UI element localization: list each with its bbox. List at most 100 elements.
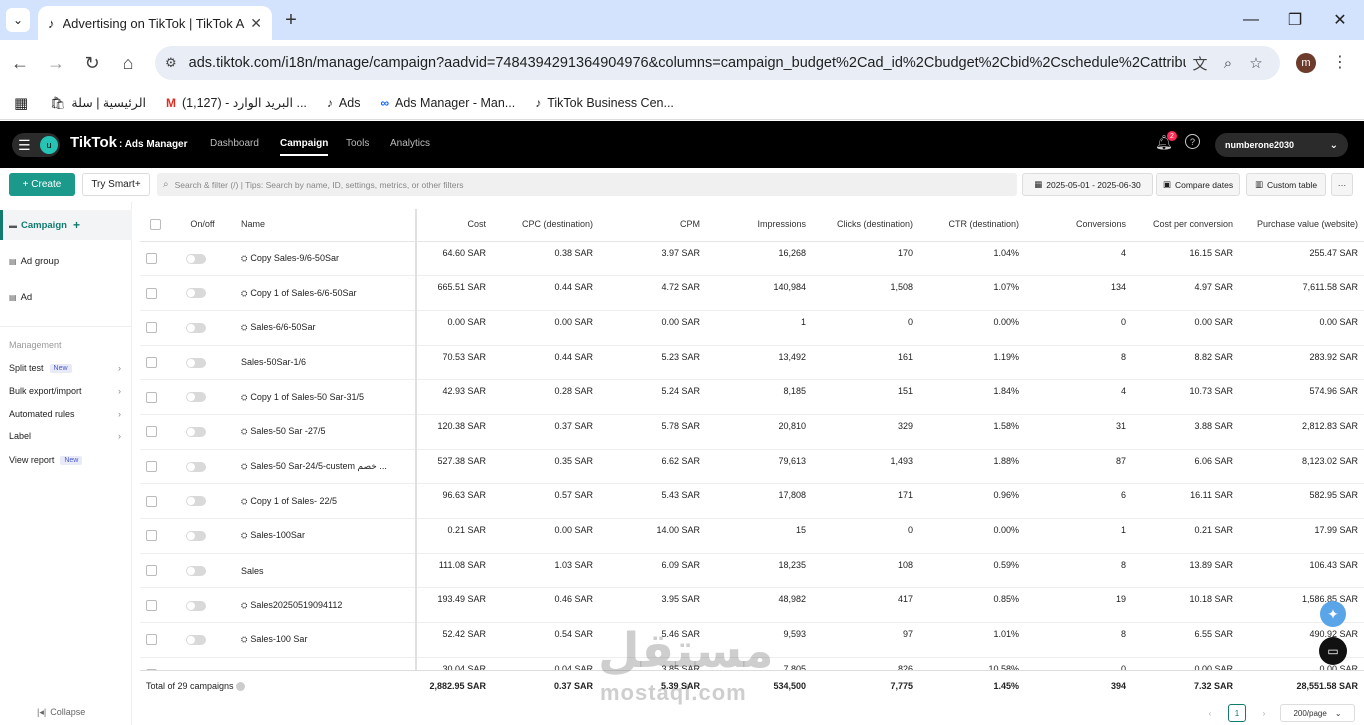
- campaign-name[interactable]: Copy 1 of Sales-6/6-50Sar: [250, 288, 356, 298]
- onoff-toggle[interactable]: [170, 483, 235, 519]
- apps-grid-icon[interactable]: ▦: [14, 94, 28, 112]
- browser-tab[interactable]: ♪ Advertising on TikTok | TikTok A ✕: [38, 6, 272, 40]
- search-filter-input[interactable]: ⌕ Search & filter (/) | Tips: Search by …: [157, 173, 1017, 196]
- onoff-toggle[interactable]: [170, 587, 235, 624]
- bookmark-star-icon[interactable]: ☆: [1242, 54, 1270, 72]
- view-report-item[interactable]: View report New: [9, 455, 121, 465]
- sidebar-item-ad-group[interactable]: ▤ Ad group: [0, 246, 132, 276]
- onoff-toggle[interactable]: [170, 414, 235, 450]
- nav-campaign[interactable]: Campaign: [280, 138, 329, 156]
- page-number-button[interactable]: 1: [1228, 704, 1246, 722]
- campaign-name-cell[interactable]: ⛭ Copy Sales-9/6-50Sar: [235, 241, 417, 277]
- row-checkbox[interactable]: [140, 275, 170, 311]
- tab-close-icon[interactable]: ✕: [250, 15, 262, 32]
- sparkle-assistant-icon[interactable]: ✦: [1320, 601, 1346, 627]
- campaign-name[interactable]: Sales20250519094112: [250, 600, 342, 610]
- row-checkbox[interactable]: [140, 518, 170, 554]
- campaign-name[interactable]: Sales-50 Sar -27/5: [250, 426, 325, 436]
- sidebar-item-campaign[interactable]: ▬ Campaign +: [0, 210, 132, 240]
- custom-table-button[interactable]: ▥ Custom table: [1246, 173, 1326, 196]
- profile-avatar[interactable]: m: [1296, 53, 1316, 73]
- label-item[interactable]: Label ›: [9, 431, 121, 441]
- table-row[interactable]: Sales-50Sar-1/6 70.53 SAR 0.44 SAR 5.23 SAR…: [140, 345, 1364, 381]
- chat-icon[interactable]: ▭: [1319, 637, 1347, 665]
- onoff-toggle[interactable]: [170, 553, 235, 589]
- campaign-name[interactable]: Sales-100Sar: [250, 530, 305, 540]
- table-row[interactable]: Sales 111.08 SAR 1.03 SAR 6.09 SAR 18,235 108…: [140, 553, 1364, 589]
- onoff-toggle[interactable]: [170, 622, 235, 658]
- campaign-name-cell[interactable]: Sales-50Sar-1/6: [235, 345, 417, 381]
- restore-icon[interactable]: ❐: [1280, 8, 1310, 32]
- table-row[interactable]: ⛭ Copy 1 of Sales-6/6-50Sar 665.51 SAR 0.44…: [140, 275, 1364, 311]
- new-tab-plus-icon[interactable]: +: [280, 8, 302, 32]
- header-ctr[interactable]: CTR (destination): [919, 209, 1025, 242]
- onoff-toggle[interactable]: [170, 241, 235, 277]
- row-checkbox[interactable]: [140, 414, 170, 450]
- home-icon[interactable]: ⌂: [115, 50, 141, 76]
- campaign-name-cell[interactable]: ⛭ Sales-50 Sar -27/5: [235, 414, 417, 450]
- row-checkbox[interactable]: [140, 241, 170, 277]
- sidebar-item-ad[interactable]: ▤ Ad: [0, 282, 132, 312]
- bulk-export-item[interactable]: Bulk export/import ›: [9, 386, 121, 396]
- automated-rules-item[interactable]: Automated rules ›: [9, 409, 121, 419]
- account-selector[interactable]: numberone2030 ⌄: [1215, 133, 1348, 157]
- split-test-item[interactable]: Split test New ›: [9, 363, 121, 373]
- campaign-name-cell[interactable]: ⛭ Sales20250519094112: [235, 587, 417, 624]
- nav-dashboard[interactable]: Dashboard: [210, 138, 259, 149]
- header-clicks[interactable]: Clicks (destination): [812, 209, 919, 242]
- help-icon[interactable]: ?: [1185, 134, 1200, 149]
- campaign-name[interactable]: Copy 1 of Sales-50 Sar-31/5: [250, 392, 364, 402]
- table-row[interactable]: ⛭ Copy Sales-9/6-50Sar 64.60 SAR 0.38 SAR 3.…: [140, 241, 1364, 277]
- forward-arrow-icon[interactable]: →: [43, 50, 69, 76]
- campaign-name[interactable]: Sales-50 Sar-24/5-custem خصم ...: [250, 461, 386, 471]
- campaign-name[interactable]: Copy 1 of Sales- 22/5: [250, 496, 337, 506]
- campaign-name-cell[interactable]: ⛭ Copy 1 of Sales- 22/5: [235, 483, 417, 519]
- header-impressions[interactable]: Impressions: [706, 209, 812, 242]
- table-row[interactable]: ⛭ Copy 1 of Sales- 22/5 96.63 SAR 0.57 SAR 5…: [140, 483, 1364, 519]
- table-row[interactable]: ⛭ Sales-6/6-50Sar 0.00 SAR 0.00 SAR 0.00 SAR…: [140, 310, 1364, 346]
- zoom-icon[interactable]: ⌕: [1214, 55, 1242, 72]
- row-checkbox[interactable]: [140, 449, 170, 485]
- campaign-name-cell[interactable]: Sales: [235, 553, 417, 589]
- campaign-name[interactable]: Sales-100 Sar: [250, 634, 307, 644]
- table-row[interactable]: ⛭ Sales-100Sar 0.21 SAR 0.00 SAR 14.00 SAR 15…: [140, 518, 1364, 554]
- select-all-checkbox[interactable]: [140, 209, 170, 242]
- bookmark-ads[interactable]: ♪ Ads: [327, 96, 361, 110]
- site-settings-icon[interactable]: ⚙: [165, 55, 177, 71]
- back-arrow-icon[interactable]: ←: [7, 50, 33, 76]
- close-window-icon[interactable]: ✕: [1325, 8, 1355, 32]
- onoff-toggle[interactable]: [170, 449, 235, 485]
- bookmark-salla[interactable]: 🛍 الرئيسية | سلة: [50, 95, 146, 111]
- translate-icon[interactable]: 文: [1186, 53, 1214, 74]
- header-cpm[interactable]: CPM: [599, 209, 706, 242]
- campaign-name-cell[interactable]: ⛭ Sales-100Sar: [235, 518, 417, 554]
- header-cost[interactable]: Cost: [416, 209, 492, 242]
- create-button[interactable]: + Create: [9, 173, 75, 196]
- campaign-name-cell[interactable]: ⛭ Sales-6/6-50Sar: [235, 310, 417, 346]
- row-checkbox[interactable]: [140, 483, 170, 519]
- header-onoff[interactable]: On/off: [170, 209, 235, 242]
- info-icon[interactable]: [236, 682, 246, 692]
- bookmark-gmail[interactable]: M البريد الوارد - (1,127) ...: [166, 95, 307, 111]
- campaign-name[interactable]: Sales: [241, 566, 264, 576]
- minimize-icon[interactable]: —: [1236, 8, 1266, 32]
- bookmark-ads-manager[interactable]: ∞ Ads Manager - Man...: [380, 96, 515, 110]
- row-checkbox[interactable]: [140, 587, 170, 624]
- campaign-name-cell[interactable]: ⛭ Sales-100 Sar: [235, 622, 417, 658]
- header-name[interactable]: Name: [235, 209, 417, 242]
- row-checkbox[interactable]: [140, 622, 170, 658]
- campaign-name-cell[interactable]: ⛭ Copy 1 of Sales-6/6-50Sar: [235, 275, 417, 311]
- campaign-name-cell[interactable]: ⛭ Copy 1 of Sales-50 Sar-31/5: [235, 379, 417, 415]
- onoff-toggle[interactable]: [170, 275, 235, 311]
- campaign-name[interactable]: Sales-6/6-50Sar: [250, 322, 315, 332]
- onoff-toggle[interactable]: [170, 518, 235, 554]
- nav-analytics[interactable]: Analytics: [390, 138, 430, 149]
- campaign-name-cell[interactable]: ⛭ Sales-50 Sar-24/5-custem خصم ...: [235, 449, 417, 485]
- onoff-toggle[interactable]: [170, 345, 235, 381]
- nav-tools[interactable]: Tools: [346, 138, 369, 149]
- row-checkbox[interactable]: [140, 310, 170, 346]
- more-options-button[interactable]: ···: [1331, 173, 1353, 196]
- menu-button[interactable]: ☰ u: [12, 133, 60, 157]
- table-row[interactable]: ⛭ Sales-50 Sar-24/5-custem خصم ... 527.38 …: [140, 449, 1364, 485]
- chrome-menu-icon[interactable]: ⋮: [1332, 52, 1348, 72]
